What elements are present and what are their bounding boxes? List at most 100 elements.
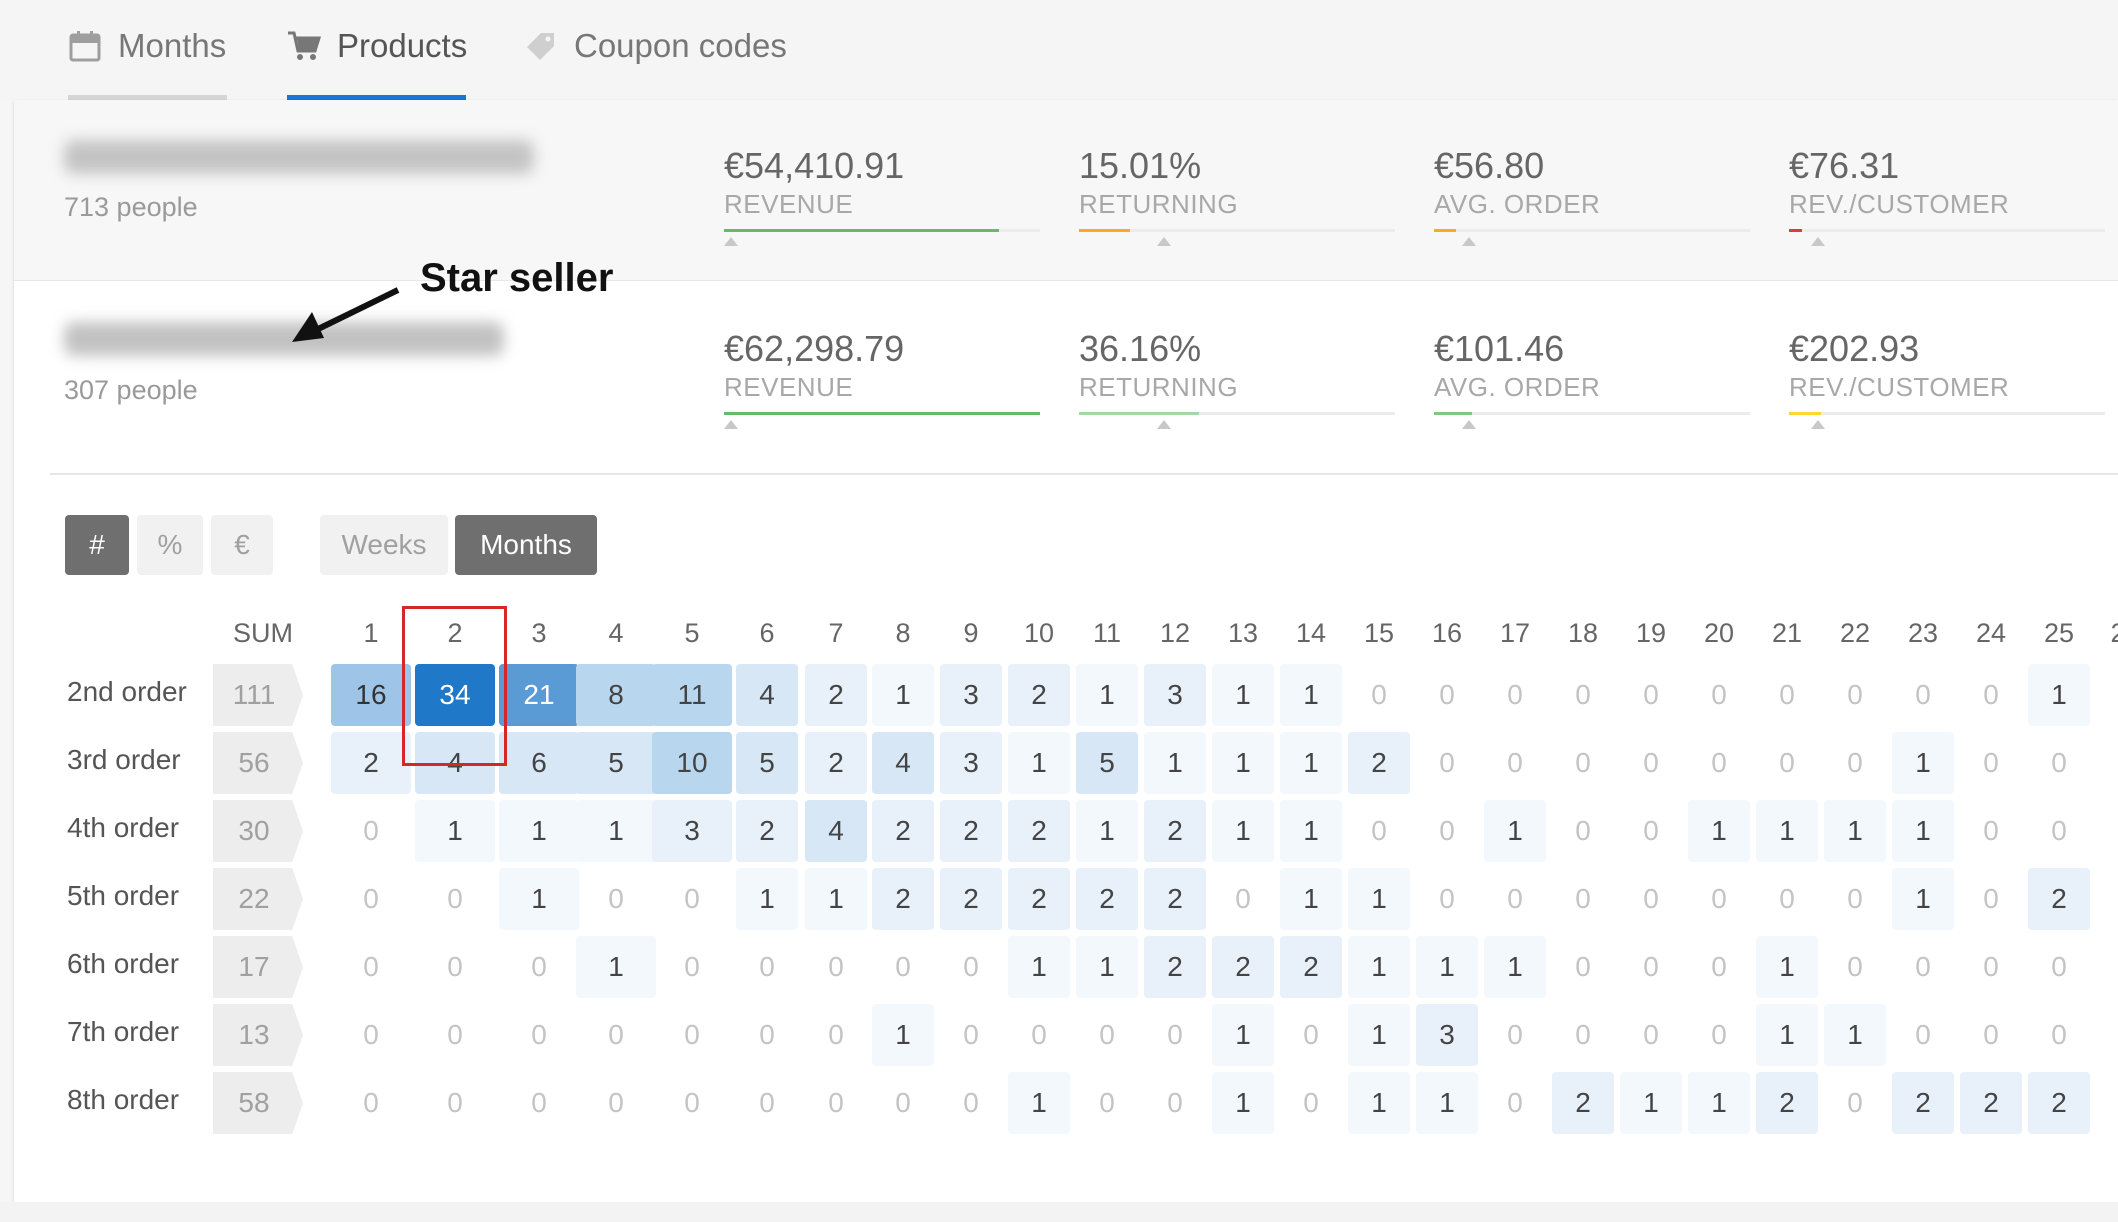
table-cell: 0 [1711,1019,1727,1050]
table-cell: 0 [828,1019,844,1050]
toggle-count[interactable]: # [65,515,129,575]
metric-track [1434,412,1750,415]
tab-products[interactable]: Products [287,0,467,100]
toggle-percent[interactable]: % [137,515,203,575]
table-cell: 1 [1348,868,1410,930]
table-cell: 6 [499,732,579,794]
column-header: 6 [759,618,775,648]
metric-label: REVENUE [724,372,854,402]
table-cell: 1 [1688,1072,1750,1134]
metric-value: 15.01% [1079,145,1202,186]
metric-value: €76.31 [1789,145,1900,186]
table-cell: 2 [1960,1072,2022,1134]
tab-coupon-codes-label: Coupon codes [574,27,787,64]
table-cell: 0 [447,1087,463,1118]
table-cell: 0 [1507,1087,1523,1118]
metric-label: AVG. ORDER [1434,189,1601,219]
table-cell: 0 [1643,951,1659,982]
table-cell: 1 [576,936,656,998]
row-label: 2nd order [67,676,187,707]
table-cell: 1 [1008,732,1070,794]
table-cell: 8 [576,664,656,726]
table-cell: 1 [1824,1004,1886,1066]
table-cell: 1 [1892,732,1954,794]
table-cell: 3 [652,800,732,862]
table-cell: 1 [1416,936,1478,998]
table-cell: 2 [1212,936,1274,998]
table-cell: 3 [940,664,1002,726]
product-name-redacted [64,140,534,174]
metric-value: 36.16% [1079,328,1202,369]
metric-fill [724,412,1040,415]
tab-months-label: Months [118,27,227,64]
tag-icon [524,29,558,63]
table-cell: 1 [1212,1004,1274,1066]
table-cell: 0 [963,1087,979,1118]
table-cell: 0 [1983,951,1999,982]
row-label: 3rd order [67,744,181,775]
table-cell: 0 [447,883,463,914]
toggle-euro[interactable]: € [211,515,273,575]
table-cell: 1 [1756,800,1818,862]
toggle-months[interactable]: Months [455,515,597,575]
table-cell: 0 [1439,747,1455,778]
table-cell: 1 [415,800,495,862]
table-cell: 0 [1983,747,1999,778]
product-people-count: 307 people [64,375,198,405]
table-cell: 0 [1439,679,1455,710]
table-cell: 0 [828,951,844,982]
product-name-redacted [64,322,504,356]
row-sum: 22 [213,868,303,930]
table-cell: 2 [1076,868,1138,930]
table-cell: 0 [684,1019,700,1050]
table-cell: 0 [1983,815,1999,846]
table-cell: 1 [1280,732,1342,794]
table-cell: 3 [940,732,1002,794]
table-cell: 0 [531,1087,547,1118]
metric-label: AVG. ORDER [1434,372,1601,402]
table-cell: 0 [1575,815,1591,846]
table-cell: 1 [499,800,579,862]
table-cell: 0 [1507,883,1523,914]
table-cell: 0 [1779,747,1795,778]
table-cell: 1 [1280,868,1342,930]
table-cell: 0 [1575,747,1591,778]
metric-returning: 36.16% RETURNING [1079,328,1395,448]
annotation-arrow-icon [292,287,400,342]
metric-marker [1462,420,1476,429]
metric-track [1079,229,1395,232]
metric-revenue: €54,410.91 REVENUE [724,145,1040,265]
table-cell: 0 [1507,679,1523,710]
row-sum: 58 [213,1072,303,1134]
table-cell: 2 [805,664,867,726]
bottom-strip [0,1202,2118,1222]
tab-months[interactable]: Months [68,0,227,100]
table-cell: 0 [363,1087,379,1118]
metric-value: €101.46 [1434,328,1565,369]
highlight-box-column-2 [402,606,507,766]
metric-value: €54,410.91 [724,145,905,186]
table-cell: 0 [684,883,700,914]
table-cell: 1 [1348,936,1410,998]
metric-track [1789,412,2105,415]
table-cell: 3 [1416,1004,1478,1066]
table-cell: 1 [1348,1072,1410,1134]
column-header: 18 [1567,618,1599,648]
tab-coupon-codes[interactable]: Coupon codes [524,0,787,100]
table-cell: 0 [1983,883,1999,914]
table-cell: 1 [1076,800,1138,862]
column-header: 13 [1227,618,1259,648]
table-cell: 1 [1008,1072,1070,1134]
table-cell: 1 [805,868,867,930]
column-header: 25 [2043,618,2075,648]
table-cell: 2 [940,868,1002,930]
column-header: 14 [1295,618,1327,648]
column-header: 20 [1703,618,1735,648]
toggle-weeks[interactable]: Weeks [320,515,448,575]
table-cell: 0 [1031,1019,1047,1050]
table-cell: 1 [1280,664,1342,726]
table-cell: 0 [963,1019,979,1050]
table-cell: 2 [1892,1072,1954,1134]
table-cell: 0 [1643,883,1659,914]
table-cell: 1 [1484,936,1546,998]
